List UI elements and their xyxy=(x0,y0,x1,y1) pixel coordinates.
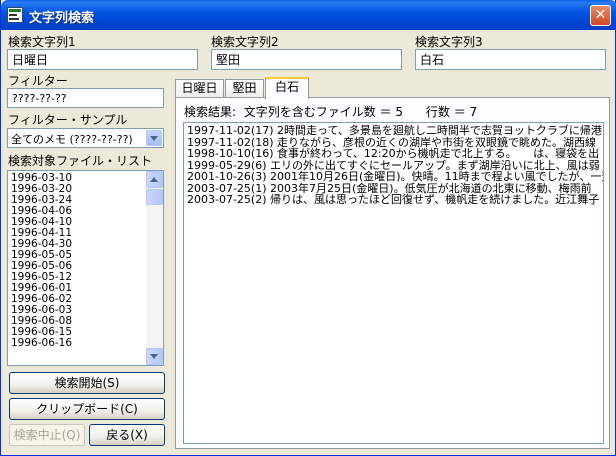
result-row: 1997-11-02(17) 2時間走って、多景島を廻航し二時間半で志賀ヨットク… xyxy=(187,124,602,137)
file-list-label: 検索対象ファイル・リスト xyxy=(8,154,153,168)
window-title: 文字列検索 xyxy=(29,11,95,26)
title-bar[interactable]: 文字列検索 ✕ xyxy=(1,0,616,30)
chevron-up-icon xyxy=(150,177,158,182)
filter-sample-select[interactable]: 全てのメモ (????-??-??) xyxy=(7,128,164,148)
search-string-2-input[interactable]: 堅田 xyxy=(211,49,402,70)
search-stop-button[interactable]: 検索中止(Q) xyxy=(9,424,85,446)
filter-sample-label: フィルター・サンプル xyxy=(8,113,128,127)
file-list-item[interactable]: 1996-06-16 xyxy=(8,338,163,349)
search-start-button[interactable]: 検索開始(S) xyxy=(9,372,165,394)
file-count: 5 xyxy=(395,105,403,119)
result-row: 2003-07-25(2) 帰りは、風は思ったほど回復せず、機帆走を続けました。… xyxy=(187,193,600,206)
results-panel: 検索結果: 文字列を含むファイル数 ＝ 5 行数 ＝ 7 1997-11-02(… xyxy=(175,97,610,449)
search-string-3-input[interactable]: 白石 xyxy=(415,49,606,70)
line-count: 7 xyxy=(469,105,478,119)
result-summary-label: 検索結果: xyxy=(184,105,237,119)
line-count-label: 行数 ＝ xyxy=(425,105,466,119)
dropdown-button[interactable] xyxy=(146,130,162,146)
scroll-down-button[interactable] xyxy=(146,348,163,365)
scroll-thumb[interactable] xyxy=(146,189,163,205)
search-string-3-label: 検索文字列3 xyxy=(415,35,483,49)
result-summary: 検索結果: 文字列を含むファイル数 ＝ 5 行数 ＝ 7 xyxy=(184,103,477,120)
filter-input[interactable]: ????-??-?? xyxy=(7,88,164,108)
tab-shiraishi[interactable]: 白石 xyxy=(265,77,309,99)
result-row: 1998-10-10(16) 食事が終わって、12:20から機帆走で北上する。 … xyxy=(187,147,600,160)
search-string-2-label: 検索文字列2 xyxy=(211,35,279,49)
app-icon xyxy=(7,7,23,23)
file-listbox[interactable]: 1996-03-10 1996-03-20 1996-03-24 1996-04-06… xyxy=(7,170,164,366)
search-string-1-input[interactable]: 日曜日 xyxy=(7,49,198,70)
results-textarea[interactable]: 1997-11-02(17) 2時間走って、多景島を廻航し二時間半で志賀ヨットク… xyxy=(183,122,604,444)
search-window: 文字列検索 ✕ 検索文字列1 日曜日 検索文字列2 堅田 検索文字列3 白石 フ… xyxy=(0,0,616,456)
scroll-up-button[interactable] xyxy=(146,171,163,188)
filter-sample-value: 全てのメモ (????-??-??) xyxy=(11,133,133,146)
close-icon: ✕ xyxy=(594,7,607,23)
result-row: 2001-10-26(3) 2001年10月26日(金曜日)。快晴。11時まで程… xyxy=(187,170,604,183)
back-button[interactable]: 戻る(X) xyxy=(89,424,165,446)
tab-katata[interactable]: 堅田 xyxy=(225,79,264,98)
search-string-1-label: 検索文字列1 xyxy=(8,35,76,49)
tab-nichiyoubi[interactable]: 日曜日 xyxy=(175,79,224,98)
chevron-down-icon xyxy=(150,136,158,141)
close-button[interactable]: ✕ xyxy=(590,5,611,26)
file-count-label: 文字列を含むファイル数 ＝ xyxy=(243,105,392,119)
clipboard-button[interactable]: クリップボード(C) xyxy=(9,398,165,420)
filter-label: フィルター xyxy=(8,74,68,88)
file-list-scrollbar[interactable] xyxy=(146,171,163,365)
chevron-down-icon xyxy=(150,354,158,359)
